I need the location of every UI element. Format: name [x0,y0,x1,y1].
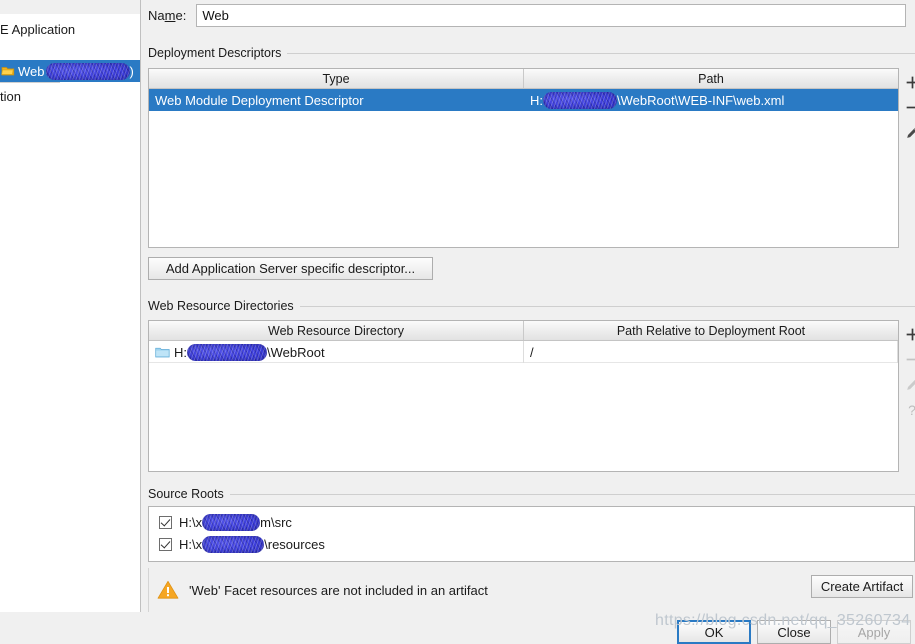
source-root-prefix: H:\x [179,536,203,552]
plus-icon[interactable] [902,70,915,95]
sidebar-item-label: tion [0,88,21,104]
pencil-icon [902,372,915,397]
plus-icon[interactable] [902,322,915,347]
sidebar-item-java-ee-application[interactable]: E Application [0,18,140,40]
warning-triangle-icon [157,580,179,600]
project-structure-dialog: E Application Web ) tion Name: Deployme [0,0,915,644]
source-roots-group-label: Source Roots [148,487,230,501]
table-header-row: Web Resource Directory Path Relative to … [149,321,898,341]
source-root-suffix: m\src [260,514,292,530]
cell-descriptor-path: H: \WebRoot\WEB-INF\web.xml [524,89,898,111]
name-input[interactable] [196,4,907,27]
pencil-icon[interactable] [902,120,915,145]
name-label-pre: Na [148,8,165,23]
minus-icon[interactable] [902,95,915,120]
source-root-checkbox[interactable] [159,537,172,551]
redacted-text [187,343,267,361]
cell-web-resource-directory: H: \WebRoot [149,341,524,363]
sidebar-item-label: Web [18,63,45,79]
source-root-suffix: \resources [264,536,325,552]
deployment-descriptors-table: Type Path Web Module Deployment Descript… [148,68,899,248]
web-resource-directories-group-rule [288,306,915,307]
table-header-row: Type Path [149,69,898,89]
column-header-type[interactable]: Type [149,69,524,88]
cell-descriptor-type: Web Module Deployment Descriptor [155,92,364,108]
sidebar-top-strip [0,0,140,14]
web-resource-directories-group-label: Web Resource Directories [148,299,300,313]
source-roots-list: H:\x m\src H:\x \resources [148,506,915,562]
web-resource-directories-toolbar: ? [902,322,915,422]
module-icon [1,64,15,78]
web-resource-directories-table: Web Resource Directory Path Relative to … [148,320,899,472]
add-server-descriptor-button[interactable]: Add Application Server specific descript… [148,257,433,280]
help-icon: ? [902,397,915,422]
apply-button: Apply [837,620,911,644]
name-label-mnemonic: m [164,8,176,23]
path-prefix: H: [530,92,543,108]
create-artifact-button[interactable]: Create Artifact [811,575,913,598]
deployment-descriptors-group-label: Deployment Descriptors [148,46,288,60]
redacted-text [202,535,265,553]
sidebar-item-web[interactable]: Web ) [0,60,140,82]
table-row[interactable]: Web Module Deployment Descriptor H: \WebR… [149,89,898,111]
source-roots-group-rule [220,494,915,495]
list-item[interactable]: H:\x m\src [149,511,914,533]
minus-icon [902,347,915,372]
deployment-descriptors-group-rule [282,53,915,54]
sidebar-item-suffix-paren: ) [129,63,134,79]
table-row[interactable]: H: \WebRoot / [149,341,898,363]
redacted-text [543,91,617,109]
sidebar-item-label: E Application [0,21,76,37]
warning-bar: 'Web' Facet resources are not included i… [148,568,914,612]
column-header-path[interactable]: Path [524,69,898,88]
column-header-path-relative[interactable]: Path Relative to Deployment Root [524,321,898,340]
name-label-post: e: [175,8,187,23]
directory-prefix: H: [174,344,187,360]
source-root-checkbox[interactable] [159,515,172,529]
sidebar-divider [0,82,60,83]
column-header-web-resource-directory[interactable]: Web Resource Directory [149,321,524,340]
cell-relative-path: / [524,341,898,363]
list-item[interactable]: H:\x \resources [149,533,914,555]
folder-icon [155,346,170,359]
source-root-prefix: H:\x [179,514,203,530]
ok-button[interactable]: OK [677,620,751,644]
name-label: Name: [148,8,186,23]
main-panel: Name: Deployment Descriptors Type Path W… [142,0,915,612]
deployment-descriptors-toolbar [902,70,915,145]
sidebar-item-tion[interactable]: tion [0,85,140,107]
sidebar: E Application Web ) tion [0,0,141,612]
directory-suffix: \WebRoot [267,344,325,360]
warning-message: 'Web' Facet resources are not included i… [189,582,488,598]
close-button[interactable]: Close [757,620,831,644]
redacted-text [45,62,130,80]
name-row: Name: [148,4,907,27]
redacted-text [202,513,261,531]
path-suffix: \WebRoot\WEB-INF\web.xml [617,92,785,108]
